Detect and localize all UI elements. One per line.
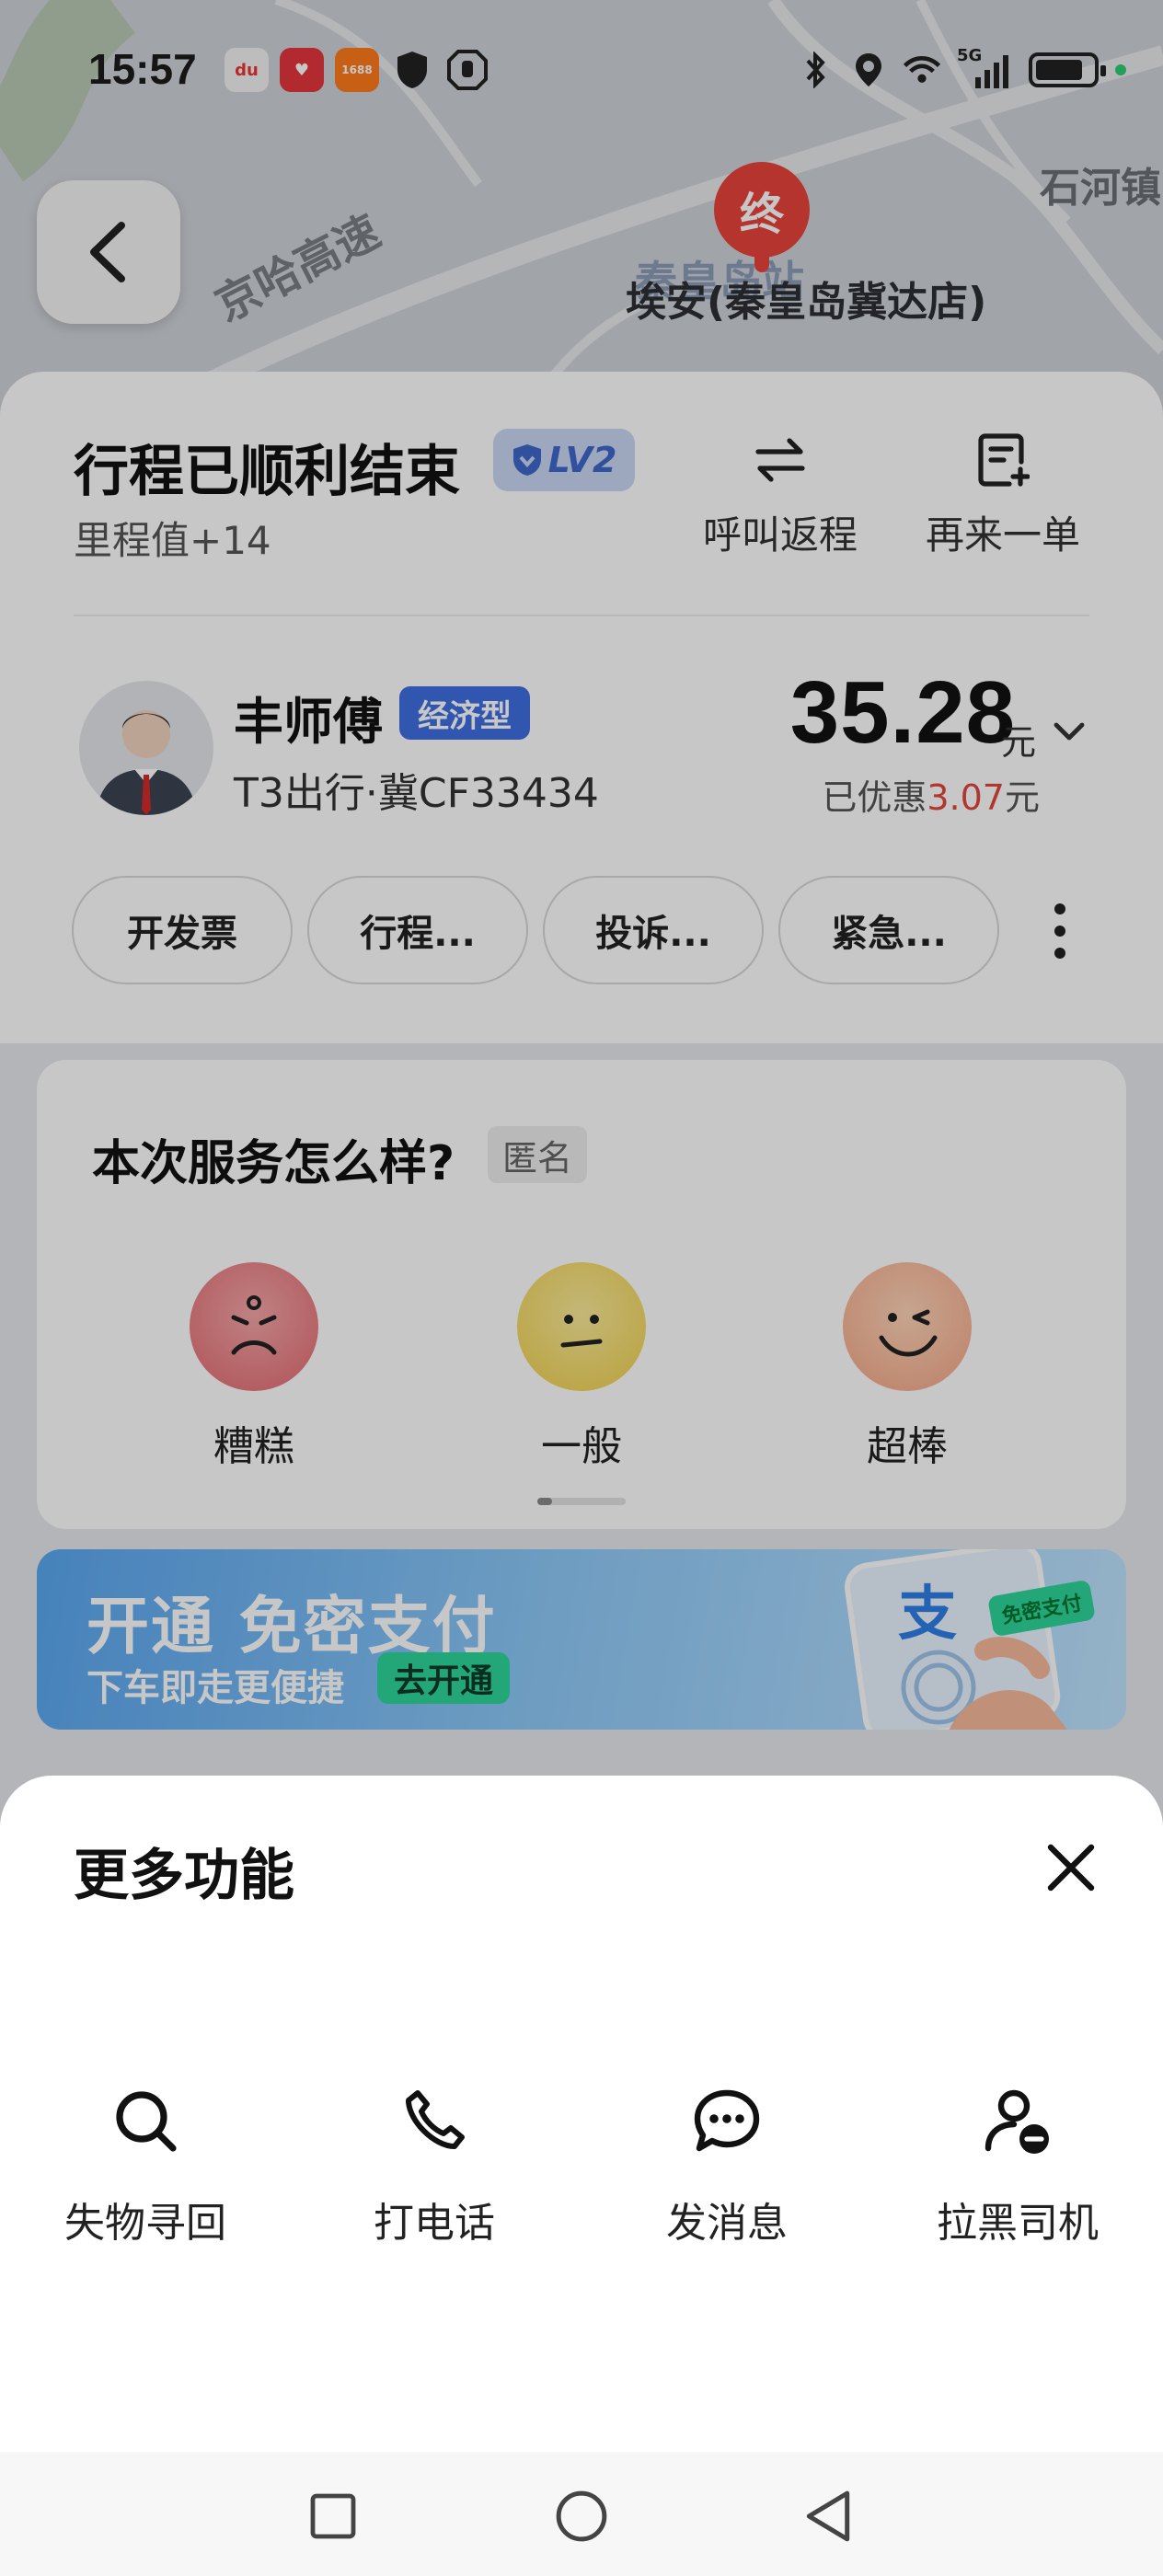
- block-driver-label: 拉黑司机: [937, 2200, 1099, 2247]
- lost-item-button[interactable]: 失物寻回: [35, 2079, 256, 2248]
- block-user-icon: [907, 2079, 1128, 2162]
- system-back-button[interactable]: [791, 2479, 865, 2553]
- message-icon: [616, 2079, 837, 2162]
- square-icon: [310, 2493, 356, 2539]
- home-button[interactable]: [545, 2479, 618, 2553]
- call-driver-button[interactable]: 打电话: [324, 2079, 545, 2248]
- call-driver-label: 打电话: [374, 2200, 495, 2247]
- block-driver-button[interactable]: 拉黑司机: [907, 2079, 1128, 2248]
- triangle-back-icon: [806, 2490, 850, 2542]
- send-message-button[interactable]: 发消息: [616, 2079, 837, 2248]
- phone-icon: [324, 2079, 545, 2162]
- close-icon[interactable]: [1038, 1834, 1104, 1901]
- more-functions-sheet: 更多功能 失物寻回 打电话 发消息 拉黑司机: [0, 1776, 1163, 2452]
- circle-icon: [556, 2490, 607, 2542]
- lost-item-label: 失物寻回: [64, 2200, 226, 2247]
- recent-apps-button[interactable]: [296, 2479, 370, 2553]
- system-navigation-bar: [0, 2452, 1163, 2576]
- search-icon: [35, 2079, 256, 2162]
- send-message-label: 发消息: [666, 2200, 788, 2247]
- sheet-title: 更多功能: [74, 1844, 294, 1908]
